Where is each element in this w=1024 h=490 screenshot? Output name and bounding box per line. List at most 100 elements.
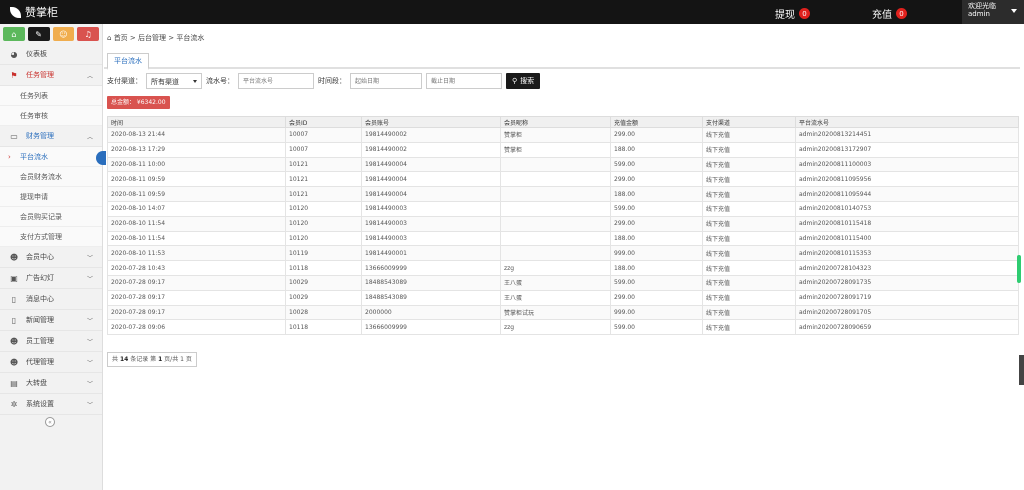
table-row[interactable]: 2020-08-10 11:54 10120 19814490003 299.00 线下… <box>107 215 1019 232</box>
chevron-down-icon: ﹀ <box>86 339 93 346</box>
table-row[interactable]: 2020-07-28 09:06 10118 13666009999 zzg 599.0… <box>107 319 1019 336</box>
table-row[interactable]: 2020-08-10 11:53 10119 19814490001 999.00 线下… <box>107 245 1019 262</box>
table-cell: 599.00 <box>610 319 703 336</box>
table-row[interactable]: 2020-08-13 21:44 10007 19814490002 赞掌柜 299.0… <box>107 127 1019 143</box>
column-header[interactable]: 平台流水号 <box>795 116 1019 128</box>
user-menu[interactable]: 欢迎光临 admin <box>962 0 1024 24</box>
sidebar-item-wheel[interactable]: ▤ 大转盘 ﹀ <box>0 373 102 394</box>
sidebar-item-finance-mgmt[interactable]: ▭ 财务管理 ︿ <box>0 126 102 147</box>
table-row[interactable]: 2020-08-11 09:59 10121 19814490004 299.00 线下… <box>107 171 1019 188</box>
table-cell: zzg <box>500 260 611 276</box>
table-cell: 2020-07-28 09:17 <box>107 274 286 291</box>
sidebar-item-task-mgmt[interactable]: ⚑ 任务管理 ︿ <box>0 65 102 86</box>
sidebar-item-label: 会员购买记录 <box>20 212 62 221</box>
pagination-info: 共 14 条记录 第 1 页/共 1 页 <box>107 352 197 367</box>
table-cell: 2020-08-10 11:53 <box>107 245 286 262</box>
table-cell: admin20200811100003 <box>795 156 1019 173</box>
table-cell: admin20200810115353 <box>795 245 1019 262</box>
table-row[interactable]: 2020-08-11 10:00 10121 19814490004 599.00 线下… <box>107 156 1019 173</box>
leaf-icon <box>10 6 21 18</box>
home-shortcut-button[interactable]: ⌂ <box>3 27 25 41</box>
table-row[interactable]: 2020-08-13 17:29 10007 19814490002 赞掌柜 188.0… <box>107 141 1019 158</box>
table-cell: 2020-08-10 11:54 <box>107 215 286 232</box>
table-cell: admin20200728090659 <box>795 319 1019 336</box>
users-shortcut-button[interactable]: ☺ <box>52 27 75 41</box>
sidebar-item-label: 系统设置 <box>26 400 54 408</box>
table-row[interactable]: 2020-07-28 09:17 10029 18488543089 王八蛋 599.0… <box>107 274 1019 291</box>
table-cell: 线下充值 <box>702 319 796 336</box>
table-cell: 10121 <box>285 156 362 173</box>
sidebar-item-messages[interactable]: ▯ 消息中心 <box>0 289 102 310</box>
breadcrumb-admin[interactable]: 后台管理 <box>138 34 166 42</box>
edit-shortcut-button[interactable]: ✎ <box>27 27 50 41</box>
dashboard-icon: ◕ <box>10 49 18 59</box>
current-page: 1 <box>158 356 163 363</box>
sidebar-item-member-center[interactable]: ☻ 会员中心 ﹀ <box>0 247 102 268</box>
table-cell: 线下充值 <box>702 274 796 291</box>
search-button[interactable]: ⚲ 搜索 <box>506 73 541 89</box>
column-header[interactable]: 充值金额 <box>610 116 703 128</box>
recharge-link[interactable]: 充值 0 <box>872 6 907 21</box>
column-header[interactable]: 会员账号 <box>361 116 501 128</box>
table-cell: 2000000 <box>361 304 501 321</box>
column-header[interactable]: 会员ID <box>285 116 362 128</box>
sidebar-collapse-button[interactable]: « <box>45 417 55 427</box>
sidebar-item-ads[interactable]: ▣ 广告幻灯 ﹀ <box>0 268 102 289</box>
table-cell: 599.00 <box>610 200 703 217</box>
table-cell: 线下充值 <box>702 186 796 202</box>
side-float-tab[interactable] <box>1019 355 1024 385</box>
sidebar: ⌂ ✎ ☺ ♫ ◕ 仪表板 ⚑ 任务管理 ︿ 任务列表 任务审核 ▭ 财务管理 ︿ 平台流… <box>0 24 103 490</box>
table-row[interactable]: 2020-08-10 14:07 10120 19814490003 599.00 线下… <box>107 200 1019 217</box>
sidebar-item-label: 消息中心 <box>26 295 54 303</box>
sidebar-item-news[interactable]: ▯ 新闻管理 ﹀ <box>0 310 102 331</box>
sidebar-item-agent[interactable]: ☻ 代理管理 ﹀ <box>0 352 102 373</box>
serial-input[interactable] <box>238 73 314 89</box>
sidebar-item-staff[interactable]: ☻ 员工管理 ﹀ <box>0 331 102 352</box>
scroll-indicator[interactable] <box>1017 255 1021 283</box>
user-icon: ☻ <box>9 252 19 262</box>
start-date-input[interactable] <box>350 73 422 89</box>
chevron-down-icon: ﹀ <box>86 360 93 367</box>
end-date-input[interactable] <box>426 73 502 89</box>
table-cell: 2020-08-13 17:29 <box>107 141 286 158</box>
sidebar-item-withdraw-apply[interactable]: 提现申请 <box>0 187 102 207</box>
table-row[interactable]: 2020-08-11 09:59 10121 19814490004 188.00 线下… <box>107 186 1019 202</box>
channel-select[interactable]: 所有渠道 <box>146 73 202 89</box>
table-row[interactable]: 2020-07-28 09:17 10029 18488543089 王八蛋 299.0… <box>107 289 1019 306</box>
column-header[interactable]: 会员昵称 <box>500 116 611 128</box>
withdraw-link[interactable]: 提现 0 <box>775 6 810 21</box>
filter-bar: 支付渠道： 所有渠道 流水号： 时间段： ⚲ 搜索 <box>107 73 541 89</box>
column-header[interactable]: 时间 <box>107 116 286 128</box>
sidebar-item-dashboard[interactable]: ◕ 仪表板 <box>0 44 102 65</box>
column-header[interactable]: 支付渠道 <box>702 116 796 128</box>
flow-table: 时间 会员ID 会员账号 会员昵称 充值金额 支付渠道 平台流水号 2020-0… <box>107 116 1019 336</box>
table-cell: 2020-08-13 21:44 <box>107 127 286 143</box>
sidebar-item-task-review[interactable]: 任务审核 <box>0 106 102 126</box>
tab-bar: 平台流水 <box>104 51 1020 70</box>
sidebar-item-member-purchase[interactable]: 会员购买记录 <box>0 207 102 227</box>
table-cell: 10007 <box>285 127 362 143</box>
pager-text: 条记录 第 <box>130 356 157 363</box>
sidebar-item-task-list[interactable]: 任务列表 <box>0 86 102 106</box>
table-cell: admin20200813172907 <box>795 141 1019 158</box>
table-cell: 线下充值 <box>702 245 796 262</box>
table-cell: 19814490002 <box>361 141 501 158</box>
table-row[interactable]: 2020-07-28 09:17 10028 2000000 赞掌柜试玩 999.00 线… <box>107 304 1019 321</box>
sidebar-item-settings[interactable]: ✲ 系统设置 ﹀ <box>0 394 102 415</box>
bell-shortcut-button[interactable]: ♫ <box>77 27 99 41</box>
sidebar-item-label: 任务管理 <box>26 71 54 79</box>
breadcrumb-home[interactable]: 首页 <box>114 34 128 42</box>
sidebar-item-payment-mgmt[interactable]: 支付方式管理 <box>0 227 102 247</box>
table-cell: 19814490004 <box>361 156 501 173</box>
table-row[interactable]: 2020-07-28 10:43 10118 13666009999 zzg 188.0… <box>107 260 1019 276</box>
sidebar-item-member-finance-flow[interactable]: 会员财务流水 <box>0 167 102 187</box>
app-logo[interactable]: 赞掌柜 <box>10 4 58 20</box>
sidebar-item-platform-flow[interactable]: 平台流水 <box>0 147 102 167</box>
table-cell: 2020-07-28 09:17 <box>107 304 286 321</box>
table-row[interactable]: 2020-08-10 11:54 10120 19814490003 188.00 线下… <box>107 230 1019 247</box>
sidebar-item-label: 任务审核 <box>20 111 48 120</box>
table-cell: 19814490004 <box>361 171 501 188</box>
table-cell: 13666009999 <box>361 319 501 336</box>
tab-platform-flow[interactable]: 平台流水 <box>107 53 149 70</box>
time-label: 时间段： <box>318 77 346 85</box>
